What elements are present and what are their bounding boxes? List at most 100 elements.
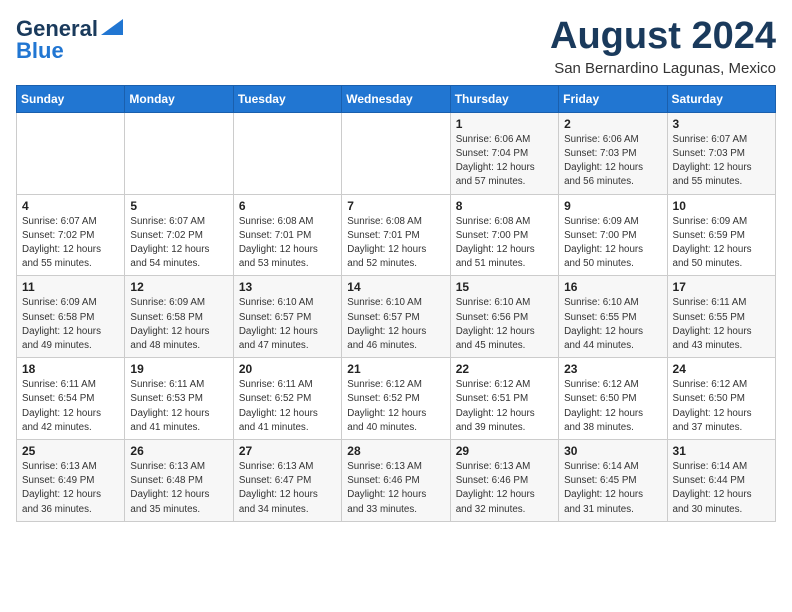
day-info: Sunrise: 6:10 AM Sunset: 6:55 PM Dayligh…	[564, 296, 661, 353]
weekday-header-friday: Friday	[559, 85, 667, 112]
day-number: 7	[347, 199, 444, 213]
day-info: Sunrise: 6:10 AM Sunset: 6:56 PM Dayligh…	[456, 296, 553, 353]
day-number: 16	[564, 280, 661, 294]
calendar-cell: 22Sunrise: 6:12 AM Sunset: 6:51 PM Dayli…	[450, 358, 558, 440]
calendar-cell: 23Sunrise: 6:12 AM Sunset: 6:50 PM Dayli…	[559, 358, 667, 440]
day-info: Sunrise: 6:14 AM Sunset: 6:44 PM Dayligh…	[673, 460, 770, 517]
calendar-cell: 12 Sunrise: 6:09 AM Sunset: 6:58 PM Dayli…	[125, 276, 233, 358]
weekday-header-monday: Monday	[125, 85, 233, 112]
day-info: Sunrise: 6:14 AM Sunset: 6:45 PM Dayligh…	[564, 460, 661, 517]
day-number: 12	[130, 280, 227, 294]
calendar-header: SundayMondayTuesdayWednesdayThursdayFrid…	[17, 85, 776, 112]
month-title: August 2024	[550, 16, 776, 58]
calendar-cell: 1Sunrise: 6:06 AM Sunset: 7:04 PM Daylig…	[450, 112, 558, 194]
calendar-cell: 20 Sunrise: 6:11 AM Sunset: 6:52 PM Dayli…	[233, 358, 341, 440]
calendar-cell	[342, 112, 450, 194]
calendar-cell: 27 Sunrise: 6:13 AM Sunset: 6:47 PM Dayli…	[233, 440, 341, 522]
day-number: 22	[456, 362, 553, 376]
day-number: 3	[673, 117, 770, 131]
day-info: Sunrise: 6:10 AM Sunset: 6:57 PM Dayligh…	[239, 296, 336, 353]
day-info: Sunrise: 6:06 AM Sunset: 7:04 PM Dayligh…	[456, 133, 553, 190]
calendar-cell: 19 Sunrise: 6:11 AM Sunset: 6:53 PM Dayli…	[125, 358, 233, 440]
calendar-week-3: 11 Sunrise: 6:09 AM Sunset: 6:58 PM Dayli…	[17, 276, 776, 358]
day-number: 8	[456, 199, 553, 213]
day-info: Sunrise: 6:08 AM Sunset: 7:01 PM Dayligh…	[239, 215, 336, 272]
day-info: Sunrise: 6:09 AM Sunset: 6:58 PM Dayligh…	[130, 296, 227, 353]
weekday-header-thursday: Thursday	[450, 85, 558, 112]
calendar-week-5: 25 Sunrise: 6:13 AM Sunset: 6:49 PM Dayli…	[17, 440, 776, 522]
day-info: Sunrise: 6:11 AM Sunset: 6:55 PM Dayligh…	[673, 296, 770, 353]
day-info: Sunrise: 6:08 AM Sunset: 7:00 PM Dayligh…	[456, 215, 553, 272]
day-number: 19	[130, 362, 227, 376]
day-number: 10	[673, 199, 770, 213]
day-number: 5	[130, 199, 227, 213]
day-info: Sunrise: 6:13 AM Sunset: 6:49 PM Dayligh…	[22, 460, 119, 517]
calendar-cell: 14 Sunrise: 6:10 AM Sunset: 6:57 PM Dayli…	[342, 276, 450, 358]
weekday-header-tuesday: Tuesday	[233, 85, 341, 112]
day-number: 29	[456, 444, 553, 458]
day-number: 26	[130, 444, 227, 458]
day-info: Sunrise: 6:11 AM Sunset: 6:53 PM Dayligh…	[130, 378, 227, 435]
title-area: August 2024 San Bernardino Lagunas, Mexi…	[550, 16, 776, 77]
calendar-cell: 17 Sunrise: 6:11 AM Sunset: 6:55 PM Dayli…	[667, 276, 775, 358]
calendar-cell: 31Sunrise: 6:14 AM Sunset: 6:44 PM Dayli…	[667, 440, 775, 522]
day-number: 25	[22, 444, 119, 458]
calendar-week-4: 18 Sunrise: 6:11 AM Sunset: 6:54 PM Dayli…	[17, 358, 776, 440]
day-info: Sunrise: 6:09 AM Sunset: 7:00 PM Dayligh…	[564, 215, 661, 272]
day-number: 18	[22, 362, 119, 376]
logo: General Blue	[16, 16, 123, 64]
calendar-table: SundayMondayTuesdayWednesdayThursdayFrid…	[16, 85, 776, 522]
calendar-cell: 6Sunrise: 6:08 AM Sunset: 7:01 PM Daylig…	[233, 194, 341, 276]
day-number: 24	[673, 362, 770, 376]
calendar-cell: 18 Sunrise: 6:11 AM Sunset: 6:54 PM Dayli…	[17, 358, 125, 440]
day-number: 4	[22, 199, 119, 213]
day-number: 13	[239, 280, 336, 294]
calendar-cell: 29 Sunrise: 6:13 AM Sunset: 6:46 PM Dayli…	[450, 440, 558, 522]
day-info: Sunrise: 6:09 AM Sunset: 6:58 PM Dayligh…	[22, 296, 119, 353]
day-number: 9	[564, 199, 661, 213]
day-info: Sunrise: 6:12 AM Sunset: 6:52 PM Dayligh…	[347, 378, 444, 435]
day-number: 21	[347, 362, 444, 376]
day-info: Sunrise: 6:08 AM Sunset: 7:01 PM Dayligh…	[347, 215, 444, 272]
calendar-cell	[233, 112, 341, 194]
day-number: 28	[347, 444, 444, 458]
page-header: General Blue August 2024 San Bernardino …	[16, 16, 776, 77]
calendar-cell: 8 Sunrise: 6:08 AM Sunset: 7:00 PM Daylig…	[450, 194, 558, 276]
day-info: Sunrise: 6:07 AM Sunset: 7:03 PM Dayligh…	[673, 133, 770, 190]
day-info: Sunrise: 6:06 AM Sunset: 7:03 PM Dayligh…	[564, 133, 661, 190]
calendar-cell: 4Sunrise: 6:07 AM Sunset: 7:02 PM Daylig…	[17, 194, 125, 276]
day-number: 30	[564, 444, 661, 458]
day-number: 27	[239, 444, 336, 458]
day-info: Sunrise: 6:13 AM Sunset: 6:46 PM Dayligh…	[347, 460, 444, 517]
calendar-cell: 25 Sunrise: 6:13 AM Sunset: 6:49 PM Dayli…	[17, 440, 125, 522]
calendar-cell: 15Sunrise: 6:10 AM Sunset: 6:56 PM Dayli…	[450, 276, 558, 358]
day-number: 2	[564, 117, 661, 131]
calendar-cell: 24 Sunrise: 6:12 AM Sunset: 6:50 PM Dayli…	[667, 358, 775, 440]
calendar-cell	[17, 112, 125, 194]
day-info: Sunrise: 6:13 AM Sunset: 6:47 PM Dayligh…	[239, 460, 336, 517]
logo-icon	[101, 19, 123, 35]
calendar-week-2: 4Sunrise: 6:07 AM Sunset: 7:02 PM Daylig…	[17, 194, 776, 276]
day-info: Sunrise: 6:10 AM Sunset: 6:57 PM Dayligh…	[347, 296, 444, 353]
day-info: Sunrise: 6:13 AM Sunset: 6:48 PM Dayligh…	[130, 460, 227, 517]
calendar-cell: 13 Sunrise: 6:10 AM Sunset: 6:57 PM Dayli…	[233, 276, 341, 358]
weekday-header-saturday: Saturday	[667, 85, 775, 112]
day-number: 17	[673, 280, 770, 294]
day-number: 11	[22, 280, 119, 294]
day-info: Sunrise: 6:11 AM Sunset: 6:52 PM Dayligh…	[239, 378, 336, 435]
calendar-cell: 2 Sunrise: 6:06 AM Sunset: 7:03 PM Daylig…	[559, 112, 667, 194]
calendar-cell: 11 Sunrise: 6:09 AM Sunset: 6:58 PM Dayli…	[17, 276, 125, 358]
day-info: Sunrise: 6:11 AM Sunset: 6:54 PM Dayligh…	[22, 378, 119, 435]
calendar-cell: 16 Sunrise: 6:10 AM Sunset: 6:55 PM Dayli…	[559, 276, 667, 358]
day-number: 14	[347, 280, 444, 294]
weekday-row: SundayMondayTuesdayWednesdayThursdayFrid…	[17, 85, 776, 112]
calendar-body: 1Sunrise: 6:06 AM Sunset: 7:04 PM Daylig…	[17, 112, 776, 521]
calendar-cell: 3 Sunrise: 6:07 AM Sunset: 7:03 PM Daylig…	[667, 112, 775, 194]
day-info: Sunrise: 6:12 AM Sunset: 6:50 PM Dayligh…	[673, 378, 770, 435]
calendar-cell: 21 Sunrise: 6:12 AM Sunset: 6:52 PM Dayli…	[342, 358, 450, 440]
day-info: Sunrise: 6:13 AM Sunset: 6:46 PM Dayligh…	[456, 460, 553, 517]
location-subtitle: San Bernardino Lagunas, Mexico	[550, 60, 776, 77]
calendar-cell	[125, 112, 233, 194]
day-number: 20	[239, 362, 336, 376]
calendar-cell: 30 Sunrise: 6:14 AM Sunset: 6:45 PM Dayli…	[559, 440, 667, 522]
